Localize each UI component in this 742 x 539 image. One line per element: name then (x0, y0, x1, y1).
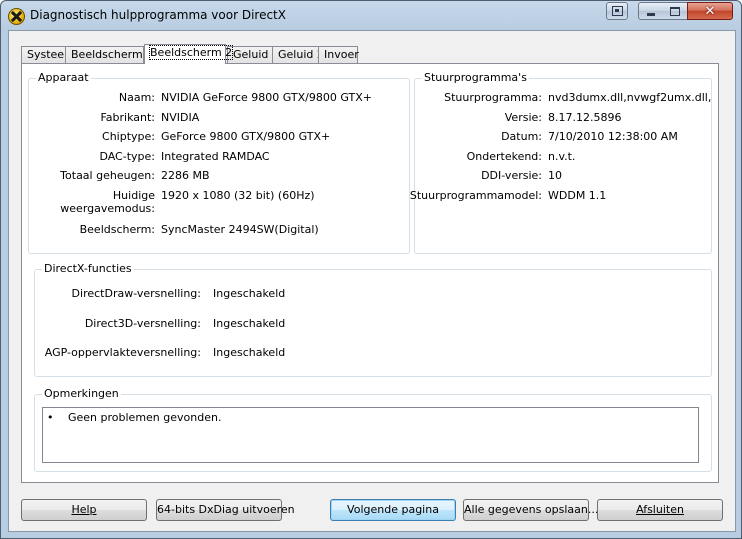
notes-group: Opmerkingen • Geen problemen gevonden. (34, 387, 712, 472)
display-2-panel: Apparaat Naam: NVIDIA GeForce 9800 GTX/9… (21, 63, 719, 483)
total-memory-label: Totaal geheugen: (60, 169, 155, 182)
manufacturer-label: Fabrikant: (100, 111, 155, 124)
driver-files-label: Stuurprogramma: (444, 91, 542, 104)
exit-button[interactable]: Afsluiten (597, 499, 723, 521)
agp-accel-label: AGP-oppervlakteversnelling: (44, 346, 201, 359)
display-mode-value: 1920 x 1080 (32 bit) (60Hz) (161, 189, 315, 202)
driver-model-value: WDDM 1.1 (548, 189, 607, 202)
direct3d-accel-label: Direct3D-versnelling: (84, 317, 201, 330)
directdraw-accel-value: Ingeschakeld (213, 287, 286, 300)
dac-type-label: DAC-type: (99, 150, 155, 163)
chiptype-label: Chiptype: (102, 130, 155, 143)
directx-features-group: DirectX-functies DirectDraw-versnelling:… (34, 262, 712, 377)
tab-label: Beeldscherm 1 (71, 48, 154, 61)
tab-geluid-1[interactable]: Geluid 1 (227, 46, 279, 63)
run-64bit-dxdiag-button[interactable]: 64-bits DxDiag uitvoeren (156, 499, 295, 521)
tab-beeldscherm-2[interactable]: Beeldscherm 2 (144, 44, 234, 64)
total-memory-value: 2286 MB (161, 169, 210, 182)
device-name-value: NVIDIA GeForce 9800 GTX/9800 GTX+ (161, 91, 372, 104)
tab-beeldscherm-1[interactable]: Beeldscherm 1 (65, 46, 153, 63)
maximize-button[interactable] (663, 2, 688, 20)
device-name-label: Naam: (118, 91, 155, 104)
drivers-heading: Stuurprogramma's (422, 71, 529, 84)
close-icon: ✕ (704, 3, 716, 19)
tab-geluid-2[interactable]: Geluid 2 (272, 46, 324, 63)
drivers-group: Stuurprogramma's Stuurprogramma: nvd3dum… (410, 71, 712, 254)
driver-date-label: Datum: (501, 130, 542, 143)
dac-type-value: Integrated RAMDAC (161, 150, 270, 163)
device-heading: Apparaat (36, 71, 91, 84)
driver-files-value: nvd3dumx.dll,nvwgf2umx.dll,nvwg (548, 91, 711, 104)
help-button[interactable]: Help (21, 499, 147, 521)
driver-model-label: Stuurprogrammamodel: (409, 189, 542, 202)
next-page-label: Volgende pagina (347, 503, 439, 516)
tab-invoer[interactable]: Invoer (318, 46, 359, 63)
dxdiag-window: Diagnostisch hulpprogramma voor DirectX … (0, 0, 742, 539)
close-button[interactable]: ✕ (687, 2, 733, 20)
directx-features-heading: DirectX-functies (42, 262, 134, 275)
display-mode-label-line2: weergavemodus: (60, 202, 155, 215)
monitor-value: SyncMaster 2494SW(Digital) (161, 223, 319, 236)
window-menu-icon (611, 6, 623, 16)
maximize-icon (670, 6, 680, 16)
signed-label: Ondertekend: (466, 150, 542, 163)
driver-version-label: Versie: (504, 111, 542, 124)
monitor-label: Beeldscherm: (79, 223, 155, 236)
dwm-extra-button[interactable] (606, 2, 628, 20)
save-all-info-button[interactable]: Alle gegevens opslaan... (463, 499, 598, 521)
chiptype-value: GeForce 9800 GTX/9800 GTX+ (161, 130, 331, 143)
help-button-label: Help (71, 503, 97, 516)
direct3d-accel-value: Ingeschakeld (213, 317, 286, 330)
directdraw-accel-label: DirectDraw-versnelling: (71, 287, 201, 300)
driver-date-value: 7/10/2010 12:38:00 AM (548, 130, 678, 143)
ddi-version-label: DDI-versie: (481, 169, 542, 182)
dialog-client: Systeem Beeldscherm 1 Beeldscherm 2 Gelu… (8, 30, 736, 532)
ddi-version-value: 10 (548, 169, 562, 182)
tab-label: Invoer (324, 48, 359, 61)
save-all-label: Alle gegevens opslaan... (464, 503, 599, 516)
title-bar[interactable]: Diagnostisch hulpprogramma voor DirectX … (1, 1, 741, 29)
tab-systeem[interactable]: Systeem (21, 46, 75, 63)
device-group: Apparaat Naam: NVIDIA GeForce 9800 GTX/9… (28, 71, 410, 254)
notes-heading: Opmerkingen (42, 387, 121, 400)
manufacturer-value: NVIDIA (161, 111, 200, 124)
display-mode-label-line1: Huidige (112, 189, 155, 202)
minimize-button[interactable] (638, 2, 664, 20)
driver-version-value: 8.17.12.5896 (548, 111, 622, 124)
next-page-button[interactable]: Volgende pagina (330, 499, 456, 521)
minimize-icon (647, 13, 655, 16)
note-bullet: • (47, 411, 54, 424)
signed-value: n.v.t. (548, 150, 576, 163)
notes-textbox[interactable]: • Geen problemen gevonden. (42, 407, 699, 463)
tab-label: Geluid 2 (278, 48, 324, 61)
agp-accel-value: Ingeschakeld (213, 346, 286, 359)
run-64bit-label: 64-bits DxDiag uitvoeren (157, 503, 295, 516)
window-title: Diagnostisch hulpprogramma voor DirectX (30, 8, 286, 22)
exit-button-label: Afsluiten (636, 503, 684, 516)
tab-label: Beeldscherm 2 (148, 45, 234, 60)
note-item: Geen problemen gevonden. (68, 411, 222, 424)
directx-app-icon (8, 8, 25, 25)
